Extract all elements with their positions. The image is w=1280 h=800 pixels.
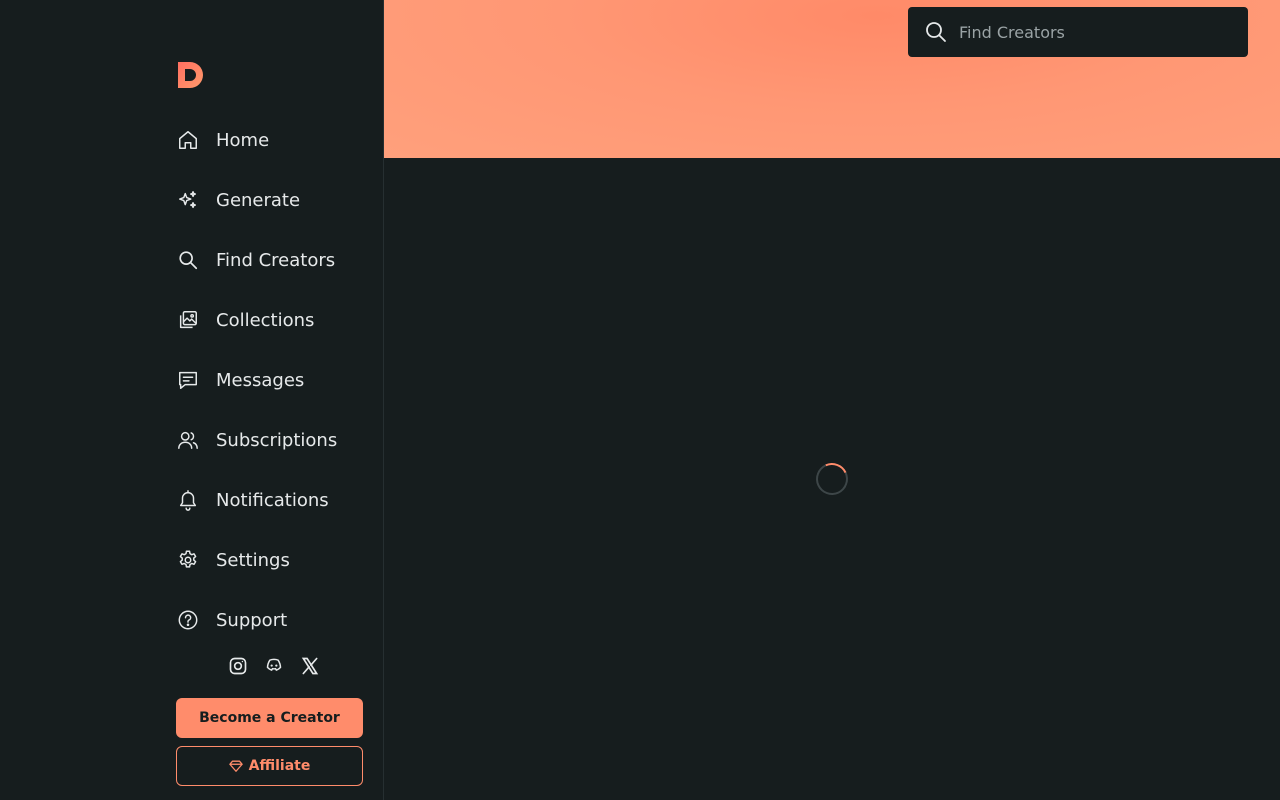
nav-item-support[interactable]: Support — [176, 600, 366, 640]
sidebar: Home Generate Find Creators Collections — [0, 0, 384, 800]
nav-label: Generate — [216, 189, 301, 211]
loading-spinner — [811, 458, 853, 500]
nav-label: Settings — [216, 549, 290, 571]
nav-label: Find Creators — [216, 249, 336, 271]
social-links — [226, 654, 322, 678]
nav-item-notifications[interactable]: Notifications — [176, 480, 366, 520]
nav-label: Messages — [216, 369, 305, 391]
nav-label: Collections — [216, 309, 315, 331]
gear-icon — [176, 548, 200, 572]
home-icon — [176, 128, 200, 152]
collections-icon — [176, 308, 200, 332]
nav-item-settings[interactable]: Settings — [176, 540, 366, 580]
nav-item-collections[interactable]: Collections — [176, 300, 366, 340]
logo[interactable] — [176, 60, 206, 90]
affiliate-label: Affiliate — [248, 758, 311, 774]
search-input[interactable] — [959, 22, 1219, 42]
logo-d-icon — [178, 62, 203, 88]
nav-label: Home — [216, 129, 270, 151]
help-icon — [176, 608, 200, 632]
discord-icon[interactable] — [262, 654, 286, 678]
nav-item-find-creators[interactable]: Find Creators — [176, 240, 366, 280]
search-icon — [176, 248, 200, 272]
sparkles-icon — [176, 188, 200, 212]
main-content — [384, 158, 1280, 800]
nav-item-generate[interactable]: Generate — [176, 180, 366, 220]
nav-label: Support — [216, 609, 288, 631]
nav-label: Notifications — [216, 489, 329, 511]
nav-label: Subscriptions — [216, 429, 338, 451]
nav-item-home[interactable]: Home — [176, 120, 366, 160]
bell-icon — [176, 488, 200, 512]
instagram-icon[interactable] — [226, 654, 250, 678]
nav-item-messages[interactable]: Messages — [176, 360, 366, 400]
nav-item-subscriptions[interactable]: Subscriptions — [176, 420, 366, 460]
users-icon — [176, 428, 200, 452]
x-icon[interactable] — [298, 654, 322, 678]
become-creator-button[interactable]: Become a Creator — [176, 698, 363, 738]
diamond-icon — [228, 760, 243, 772]
message-icon — [176, 368, 200, 392]
search-bar[interactable] — [908, 7, 1248, 57]
affiliate-button[interactable]: Affiliate — [176, 746, 363, 786]
search-icon — [926, 22, 946, 42]
